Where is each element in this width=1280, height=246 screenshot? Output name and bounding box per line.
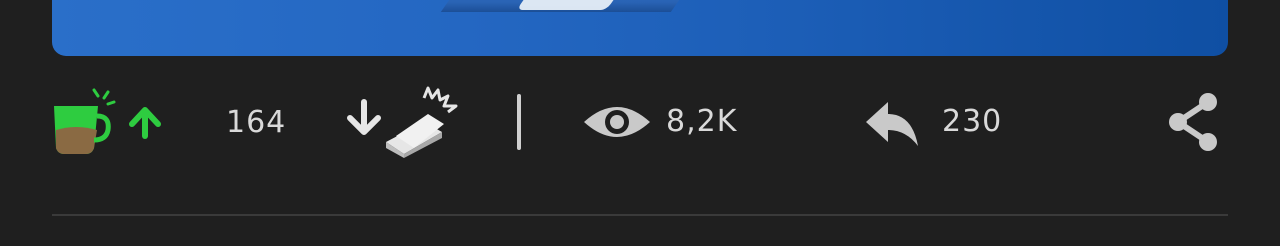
share-button[interactable] <box>1162 90 1224 154</box>
arrow-down-box-icon <box>344 84 464 160</box>
coffee-cup-arrow-up-icon <box>52 84 172 160</box>
action-divider <box>517 94 521 150</box>
reply-button[interactable]: 230 <box>862 94 1002 150</box>
reply-icon <box>862 94 922 150</box>
post-action-bar: 164 8,2K 230 <box>52 84 1228 164</box>
downvote-button[interactable] <box>344 84 464 160</box>
post-separator <box>52 214 1228 216</box>
upvote-count: 164 <box>226 105 287 140</box>
share-icon <box>1162 90 1224 154</box>
views-stat: 8,2K <box>582 94 737 150</box>
eye-icon <box>582 94 652 150</box>
upvote-button[interactable] <box>52 84 172 160</box>
post-card: 164 8,2K 230 <box>0 0 1280 246</box>
post-image[interactable] <box>52 0 1228 56</box>
replies-count: 230 <box>942 104 1003 139</box>
views-count: 8,2K <box>666 104 738 139</box>
